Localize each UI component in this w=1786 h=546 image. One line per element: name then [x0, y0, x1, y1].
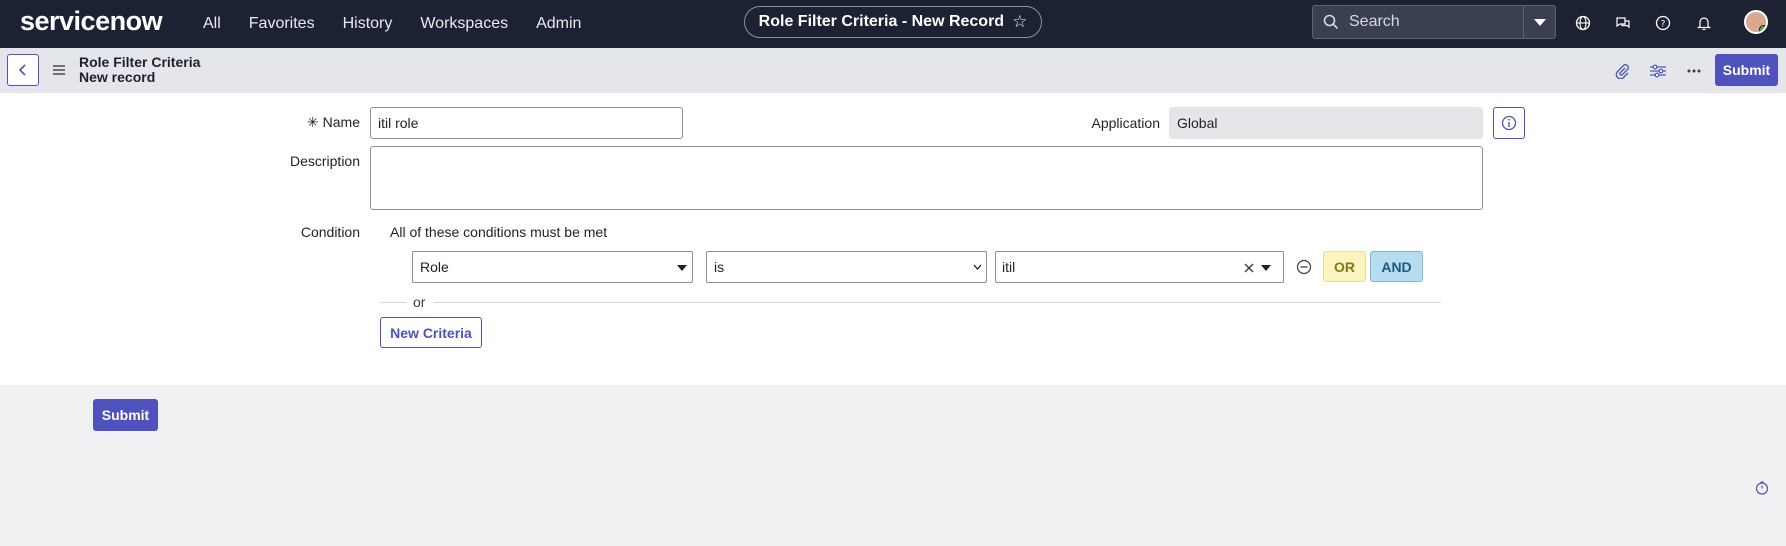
condition-value-select[interactable]: itil: [995, 251, 1284, 283]
timer-icon[interactable]: [1755, 481, 1769, 495]
mandatory-asterisk-icon: ✳: [306, 114, 319, 130]
global-search-input[interactable]: Search: [1312, 5, 1524, 39]
chevron-down-icon: [677, 265, 687, 271]
star-icon[interactable]: ☆: [1012, 12, 1027, 32]
name-label-row: ✳ Name: [302, 114, 360, 131]
and-button[interactable]: AND: [1370, 251, 1423, 282]
form-title: Role Filter Criteria New record: [79, 55, 200, 85]
form-header: Role Filter Criteria New record Submit: [0, 48, 1786, 93]
form-subtitle: New record: [79, 69, 156, 85]
personalize-form-icon[interactable]: [1648, 61, 1668, 81]
search-scope-dropdown[interactable]: [1523, 5, 1556, 39]
svg-text:?: ?: [1661, 20, 1666, 30]
context-menu-icon[interactable]: [52, 64, 66, 76]
help-icon[interactable]: ?: [1652, 12, 1674, 34]
or-separator-line-right: [434, 302, 1441, 303]
clear-icon[interactable]: [1244, 263, 1254, 273]
bell-icon[interactable]: [1693, 12, 1715, 34]
nav-item-history[interactable]: History: [343, 15, 393, 33]
name-field[interactable]: itil role: [370, 107, 683, 139]
chevron-down-icon: [1533, 18, 1546, 26]
new-criteria-button[interactable]: New Criteria: [380, 317, 482, 348]
application-info-button[interactable]: [1493, 107, 1525, 139]
more-options-icon[interactable]: [1684, 61, 1704, 81]
info-icon: [1501, 115, 1517, 131]
condition-operator-select[interactable]: is: [706, 251, 987, 283]
condition-field-select[interactable]: Role: [412, 251, 693, 283]
globe-icon[interactable]: [1572, 12, 1594, 34]
application-label: Application: [1091, 115, 1161, 131]
servicenow-logo[interactable]: servicenow: [20, 6, 163, 37]
submit-button[interactable]: Submit: [93, 399, 158, 431]
form-body: ✳ Name itil role Application Global Descr…: [0, 93, 1786, 385]
condition-heading: All of these conditions must be met: [390, 224, 608, 240]
condition-operator-value: is: [714, 259, 725, 275]
nav-item-favorites[interactable]: Favorites: [249, 15, 315, 33]
remove-condition-icon[interactable]: [1296, 259, 1312, 275]
form-title-text: Role Filter Criteria: [79, 54, 201, 70]
back-button[interactable]: [7, 54, 39, 86]
condition-value: itil: [1002, 259, 1016, 275]
nav-item-all[interactable]: All: [203, 15, 221, 33]
description-field[interactable]: [370, 146, 1483, 210]
or-separator-line-left: [380, 302, 406, 303]
user-avatar[interactable]: [1744, 10, 1768, 34]
nav-menu: All Favorites History Workspaces Admin: [203, 0, 609, 48]
chevron-left-icon: [18, 64, 26, 76]
search-placeholder: Search: [1349, 13, 1400, 30]
nav-item-admin[interactable]: Admin: [536, 15, 581, 33]
record-title: Role Filter Criteria - New Record: [758, 13, 1005, 30]
paperclip-icon[interactable]: [1612, 61, 1632, 81]
or-separator-text: or: [413, 294, 426, 310]
online-status-dot: [1759, 25, 1766, 32]
description-label: Description: [289, 153, 360, 169]
nav-item-workspaces[interactable]: Workspaces: [420, 15, 508, 33]
application-field: Global: [1169, 107, 1483, 139]
search-icon: [1323, 14, 1339, 30]
condition-label: Condition: [300, 224, 360, 240]
top-navigation: servicenow All Favorites History Workspa…: [0, 0, 1786, 48]
chevron-down-icon: [973, 264, 982, 270]
record-title-pill: Role Filter Criteria - New Record ☆: [744, 6, 1042, 38]
name-label: Name: [322, 114, 360, 130]
chevron-down-icon: [1261, 265, 1271, 271]
or-button[interactable]: OR: [1323, 251, 1366, 282]
condition-field-value: Role: [420, 259, 449, 275]
chat-icon[interactable]: [1612, 12, 1634, 34]
header-submit-button[interactable]: Submit: [1715, 54, 1778, 86]
